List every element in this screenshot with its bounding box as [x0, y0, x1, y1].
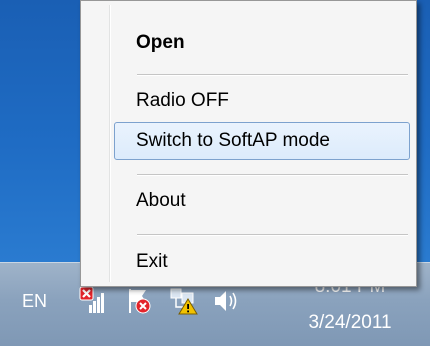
menu-gutter-divider — [109, 5, 111, 282]
menu-separator — [137, 234, 408, 236]
menu-item-radio-off[interactable]: Radio OFF — [114, 82, 410, 120]
menu-separator — [137, 74, 408, 76]
menu-item-exit[interactable]: Exit — [114, 243, 410, 281]
menu-item-open[interactable]: Open — [114, 24, 410, 62]
menu-item-label: Exit — [136, 251, 168, 272]
menu-separator — [137, 174, 408, 176]
context-menu: Open Radio OFF Switch to SoftAP mode Abo… — [80, 0, 417, 287]
menu-item-about[interactable]: About — [114, 182, 410, 220]
menu-item-label: Open — [136, 32, 185, 53]
clock-date[interactable]: 3/24/2011 — [300, 312, 400, 334]
menu-item-label: Switch to SoftAP mode — [136, 130, 330, 151]
menu-item-label: About — [136, 190, 186, 211]
language-indicator[interactable]: EN — [22, 291, 47, 312]
volume-icon[interactable] — [211, 285, 243, 322]
network-warning-icon[interactable] — [168, 285, 200, 322]
action-center-flag-error-icon[interactable] — [124, 285, 154, 322]
menu-item-label: Radio OFF — [136, 90, 229, 111]
menu-item-switch-softap[interactable]: Switch to SoftAP mode — [114, 122, 410, 160]
wifi-error-icon[interactable] — [79, 285, 109, 322]
